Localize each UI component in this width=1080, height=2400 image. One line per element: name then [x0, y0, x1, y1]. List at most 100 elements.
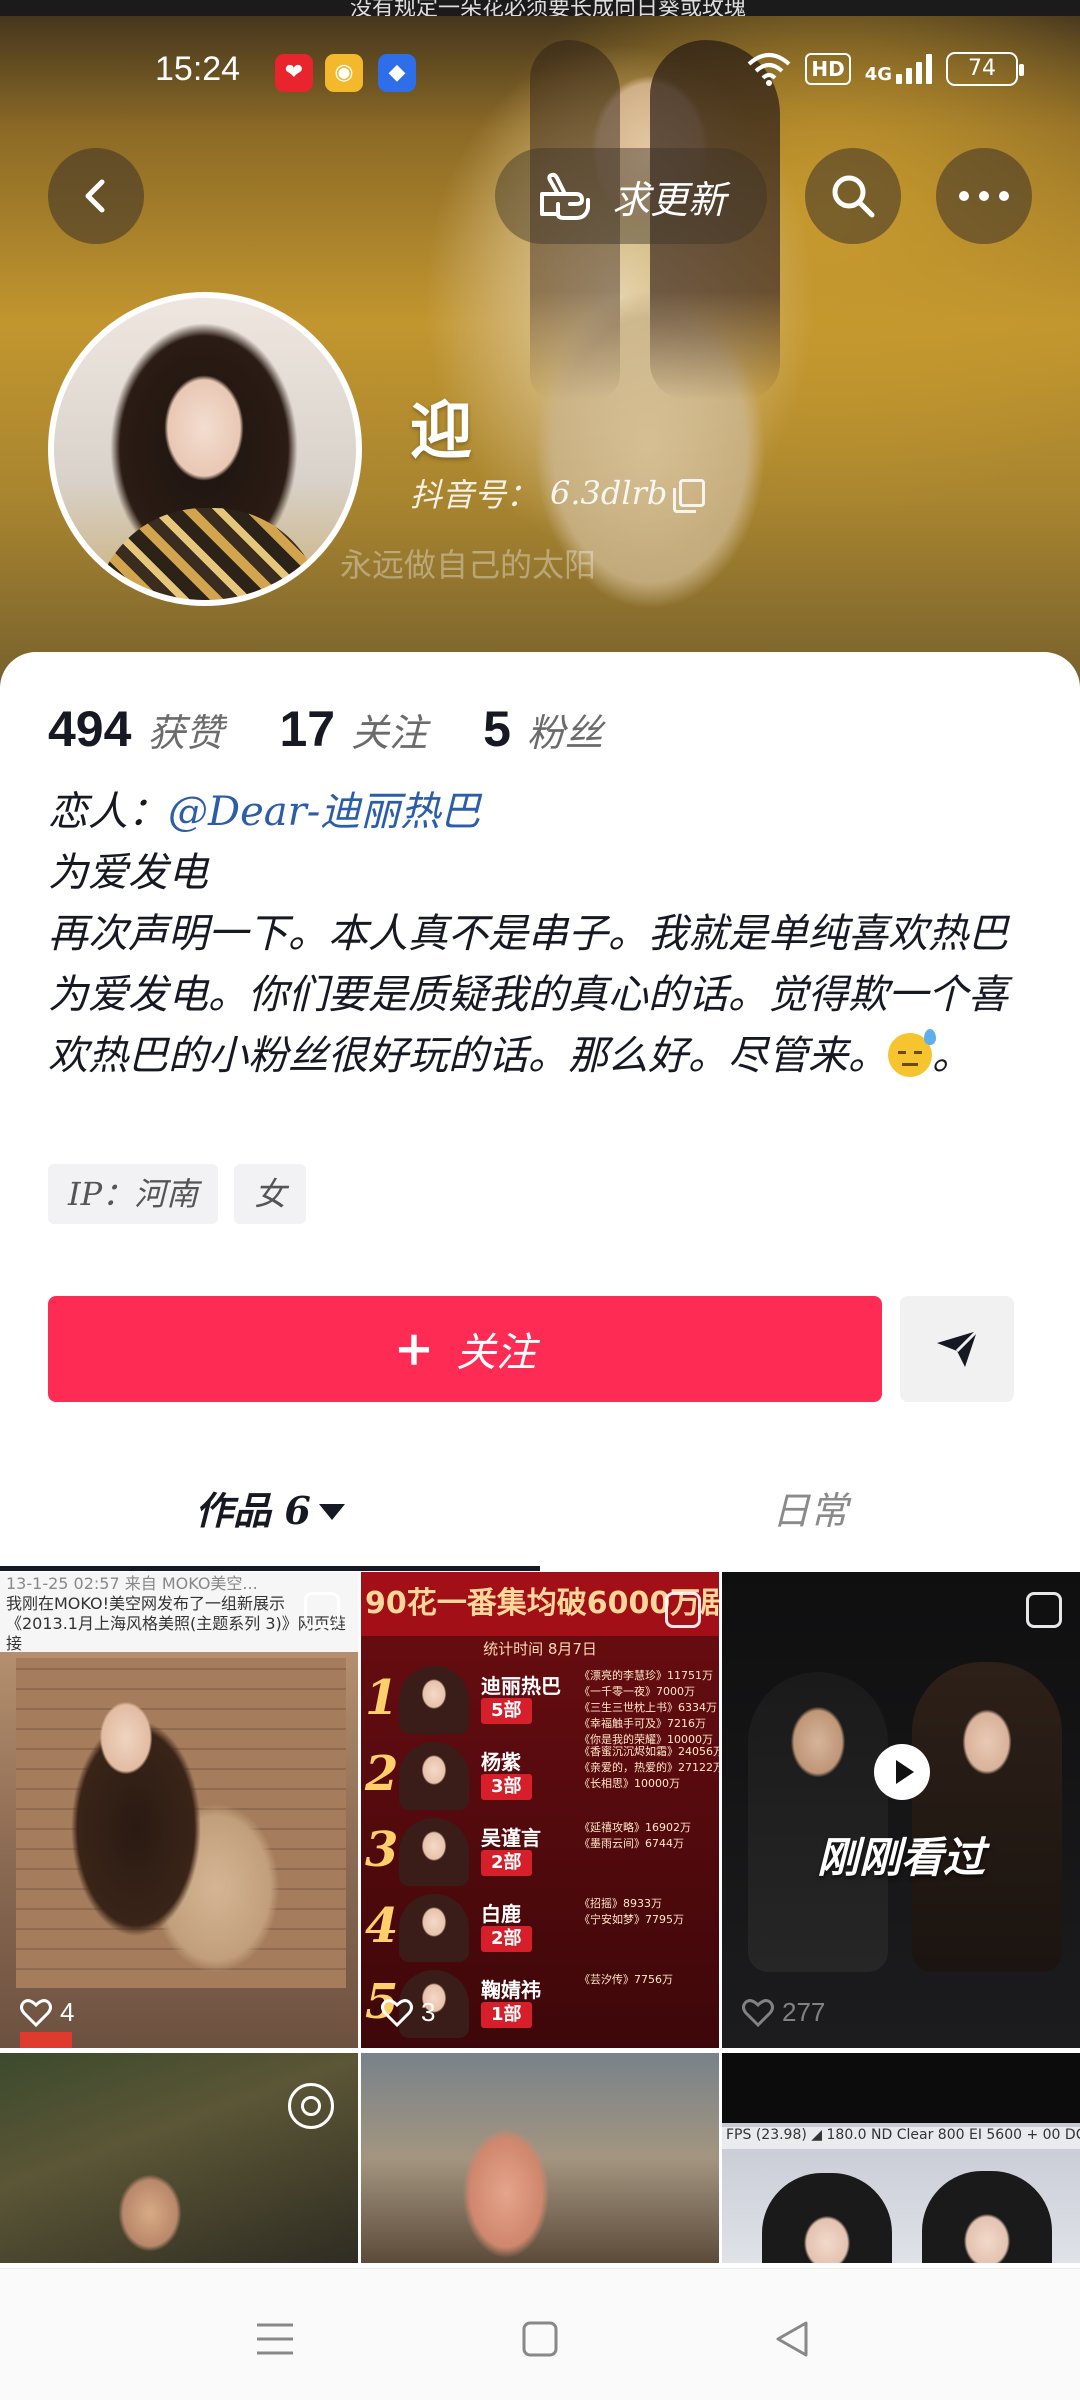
- home-button[interactable]: [500, 2299, 580, 2379]
- ranking-row: 2 杨紫 3部 《香蜜沉沉烬如霜》24056万 《亲爱的，热爱的》27122万 《…: [361, 1740, 719, 1810]
- following-label: 关注: [351, 711, 428, 755]
- more-dots-icon: [959, 191, 1009, 201]
- follow-button[interactable]: + 关注: [48, 1296, 882, 1402]
- following-count: 17: [279, 701, 336, 757]
- video-thumbnail-1[interactable]: 13-1-25 02:57 来自 MOKO美空... 我刚在MOKO!美空网发布…: [0, 1572, 358, 2048]
- person-left: [762, 2173, 892, 2263]
- actress-photo: [399, 1666, 469, 1734]
- tab-daily-label: 日常: [771, 1489, 848, 1533]
- red-label: [20, 2032, 72, 2048]
- more-button[interactable]: [936, 148, 1032, 244]
- drama-list: 《芸汐传》7756万: [579, 1973, 673, 1986]
- actress-name: 鞠婧祎: [481, 1978, 541, 2002]
- video-thumbnail-6[interactable]: FPS (23.98) ◢ 180.0 ND Clear 800 EI 5600…: [722, 2053, 1080, 2263]
- followers-count: 5: [483, 701, 511, 757]
- copy-icon[interactable]: [673, 479, 706, 513]
- ranking-subtitle: 统计时间 8月7日: [483, 1640, 597, 1658]
- top-banner-text: 没有规定一朵花必须要长成向日葵或玫瑰: [350, 0, 747, 16]
- portrait-photo: [16, 1658, 346, 1988]
- tab-indicator: [0, 1566, 540, 1571]
- followers-label: 粉丝: [526, 711, 603, 755]
- heart-icon: [381, 1998, 413, 2027]
- ranking-row: 3 吴谨言 2部 《延禧攻略》16902万 《墨雨云间》6744万: [361, 1816, 719, 1886]
- live-photo-icon: [288, 2083, 334, 2129]
- stats-row: 494 获赞 17 关注 5 粉丝: [48, 700, 603, 758]
- drama-count: 2部: [481, 1926, 532, 1952]
- post-header-text: 我刚在MOKO!美空网发布了一组新展示《2013.1月上海风格美照(主题系列 3…: [6, 1594, 346, 1653]
- tab-works-label: 作品 6: [195, 1488, 311, 1533]
- douyin-id-value: 6.3dlrb: [550, 474, 668, 512]
- select-checkbox-icon[interactable]: [665, 1592, 701, 1628]
- heart-icon: [742, 1998, 774, 2027]
- recently-viewed-label: 刚刚看过: [816, 1833, 985, 1882]
- send-arrow-icon: [937, 1329, 979, 1367]
- stat-likes[interactable]: 494 获赞: [48, 700, 223, 758]
- like-count: 3: [381, 1997, 435, 2028]
- rank-number: 4: [365, 1898, 399, 1954]
- douyin-id[interactable]: 抖音号： 6.3dlrb: [410, 470, 706, 516]
- profile-name: 迎: [410, 394, 473, 467]
- douyin-id-label: 抖音号：: [410, 476, 539, 514]
- weibo-hongbao-icon: ❤: [275, 54, 313, 92]
- search-icon: [832, 175, 875, 218]
- like-count: 4: [20, 1997, 74, 2028]
- video-thumbnail-3[interactable]: 刚刚看过 277: [722, 1572, 1080, 2048]
- tab-works[interactable]: 作品 6: [0, 1452, 540, 1570]
- stat-following[interactable]: 17 关注: [279, 700, 427, 758]
- camera-hud-text: FPS (23.98) ◢ 180.0 ND Clear 800 EI 5600…: [722, 2127, 1080, 2149]
- gender-tag: 女: [234, 1164, 307, 1224]
- tab-daily[interactable]: 日常: [540, 1452, 1080, 1570]
- avatar[interactable]: [48, 292, 362, 606]
- drama-count: 3部: [481, 1774, 532, 1800]
- drama-list: 《延禧攻略》16902万 《墨雨云间》6744万: [579, 1821, 691, 1850]
- drama-count: 2部: [481, 1850, 532, 1876]
- message-button[interactable]: [900, 1296, 1014, 1402]
- like-count-value: 3: [421, 1997, 436, 2027]
- avatar-dress: [94, 508, 324, 600]
- recent-apps-button[interactable]: [235, 2299, 315, 2379]
- drama-count: 1部: [481, 2002, 532, 2028]
- video-thumbnail-2[interactable]: 90花一番集均破6000万剧排行 统计时间 8月7日 1 迪丽热巴5部 《漂亮的…: [361, 1572, 719, 2048]
- video-thumbnail-4[interactable]: [0, 2053, 358, 2263]
- like-count-value: 277: [782, 1997, 826, 2027]
- video-thumbnail-5[interactable]: [361, 2053, 719, 2263]
- search-button[interactable]: [805, 148, 901, 244]
- status-bar: 15:24 ❤ ◉ ◆ HD 4G 74: [0, 44, 1080, 100]
- menu-icon: [257, 2323, 293, 2355]
- request-update-label: 求更新: [611, 177, 726, 222]
- bio-line-lover: 恋人：@Dear-迪丽热巴: [48, 782, 1038, 843]
- cover-faded-text: 永远做自己的太阳: [340, 546, 597, 584]
- bio-body-wrap: 再次声明一下。本人真不是串子。我就是单纯喜欢热巴为爱发电。你们要是质疑我的真心的…: [48, 904, 1038, 1087]
- battery-level: 74: [968, 56, 996, 81]
- hd-badge: HD: [805, 53, 851, 85]
- caret-down-icon[interactable]: [318, 1504, 345, 1520]
- back-nav-button[interactable]: [752, 2299, 832, 2379]
- stat-followers[interactable]: 5 粉丝: [483, 700, 603, 758]
- back-triangle-icon: [776, 2321, 808, 2357]
- home-square-icon: [522, 2321, 558, 2357]
- bio-mention-link[interactable]: @Dear-迪丽热巴: [168, 789, 480, 835]
- content-tabs: 作品 6 日常: [0, 1452, 1080, 1571]
- drama-list: 《香蜜沉沉烬如霜》24056万 《亲爱的，热爱的》27122万 《长相思》100…: [579, 1745, 719, 1790]
- top-banner: 没有规定一朵花必须要长成向日葵或玫瑰: [0, 0, 1080, 16]
- select-checkbox-icon[interactable]: [1026, 1592, 1062, 1628]
- person-right: [912, 1662, 1062, 1972]
- select-checkbox-icon[interactable]: [304, 1592, 340, 1628]
- sweat-emoji-icon: [888, 1029, 936, 1077]
- wifi-icon: [748, 53, 791, 86]
- likes-count: 494: [48, 701, 132, 757]
- actress-name: 迪丽热巴: [481, 1674, 561, 1698]
- actress-photo: [399, 1818, 469, 1886]
- likes-label: 获赞: [147, 711, 224, 755]
- blue-app-icon: ◆: [378, 54, 416, 92]
- rank-number: 3: [365, 1822, 399, 1878]
- battery-icon: 74: [946, 52, 1024, 86]
- signal-icon: [896, 54, 932, 84]
- drama-list: 《招摇》8933万 《宁安如梦》7795万: [579, 1897, 684, 1926]
- person-right: [922, 2171, 1052, 2263]
- drama-count: 5部: [481, 1698, 532, 1724]
- play-icon[interactable]: [874, 1744, 930, 1800]
- back-button[interactable]: [48, 148, 144, 244]
- request-update-button[interactable]: 求更新: [495, 148, 767, 244]
- system-nav-bar: [0, 2268, 1080, 2400]
